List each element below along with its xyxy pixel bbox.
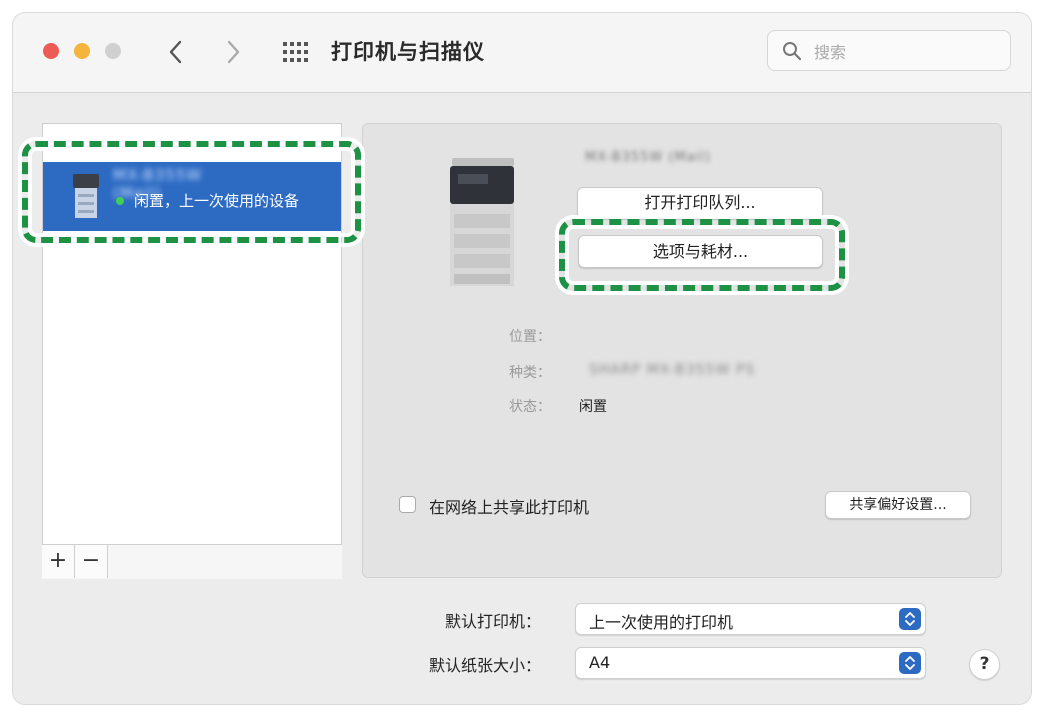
default-paper-value: A4: [589, 653, 611, 672]
search-field[interactable]: [767, 30, 1011, 71]
default-printer-stepper[interactable]: [899, 608, 921, 630]
add-printer-button[interactable]: +: [42, 545, 75, 578]
minimize-window-button[interactable]: [74, 43, 90, 59]
help-button[interactable]: ?: [969, 649, 1000, 680]
printer-detail-pane: MX-B355W (Mail) 打开打印队列... 选项与耗材... 位置： 种…: [362, 123, 1002, 578]
list-toolbar: + −: [42, 544, 342, 579]
default-paper-stepper[interactable]: [899, 652, 921, 674]
default-paper-label: 默认纸张大小：: [429, 656, 542, 675]
back-button[interactable]: [161, 35, 191, 69]
printer-thumbnail-icon: [73, 174, 99, 218]
options-supplies-button[interactable]: 选项与耗材...: [578, 235, 823, 268]
status-dot-icon: [116, 197, 124, 205]
search-input[interactable]: [812, 39, 996, 65]
default-printer-select[interactable]: 上一次使用的打印机: [575, 603, 926, 635]
search-icon: [783, 42, 802, 61]
title-bar: 打印机与扫描仪: [13, 13, 1031, 93]
default-printer-label: 默认打印机：: [445, 612, 542, 631]
open-print-queue-button[interactable]: 打开打印队列...: [577, 187, 823, 219]
detail-printer-name: MX-B355W (Mail): [585, 150, 711, 165]
sharing-preferences-button[interactable]: 共享偏好设置...: [825, 491, 971, 519]
status-label: 状态：: [509, 399, 551, 415]
share-printer-checkbox[interactable]: [399, 496, 416, 513]
up-down-chevron-icon: [905, 656, 915, 670]
up-down-chevron-icon: [905, 612, 915, 626]
zoom-window-button[interactable]: [105, 43, 121, 59]
printer-list[interactable]: MX-B355W (Mail) 闲置，上一次使用的设备: [42, 123, 342, 578]
forward-button[interactable]: [218, 35, 248, 69]
default-printer-value: 上一次使用的打印机: [589, 613, 734, 632]
printer-list-item[interactable]: MX-B355W (Mail) 闲置，上一次使用的设备: [43, 162, 341, 231]
grid-icon: [283, 42, 308, 62]
status-value: 闲置: [579, 399, 607, 415]
location-label: 位置：: [509, 329, 551, 345]
chevron-right-icon: [227, 40, 240, 64]
printer-name: MX-B355W (Mail): [113, 166, 203, 202]
default-paper-select[interactable]: A4: [575, 647, 926, 679]
remove-printer-button[interactable]: −: [75, 545, 108, 578]
kind-label: 种类：: [509, 365, 551, 381]
show-all-button[interactable]: [281, 40, 311, 64]
close-window-button[interactable]: [43, 43, 59, 59]
kind-value: SHARP MX-B355W PS: [589, 362, 756, 378]
preferences-window: 打印机与扫描仪 MX-B355W (Mail) 闲置，上一次使用的设备 +: [13, 13, 1031, 704]
window-title: 打印机与扫描仪: [331, 40, 485, 64]
share-printer-label: 在网络上共享此打印机: [429, 498, 590, 517]
chevron-left-icon: [169, 40, 182, 64]
printer-image-icon: [450, 158, 514, 286]
printer-status: 闲置，上一次使用的设备: [134, 192, 300, 210]
